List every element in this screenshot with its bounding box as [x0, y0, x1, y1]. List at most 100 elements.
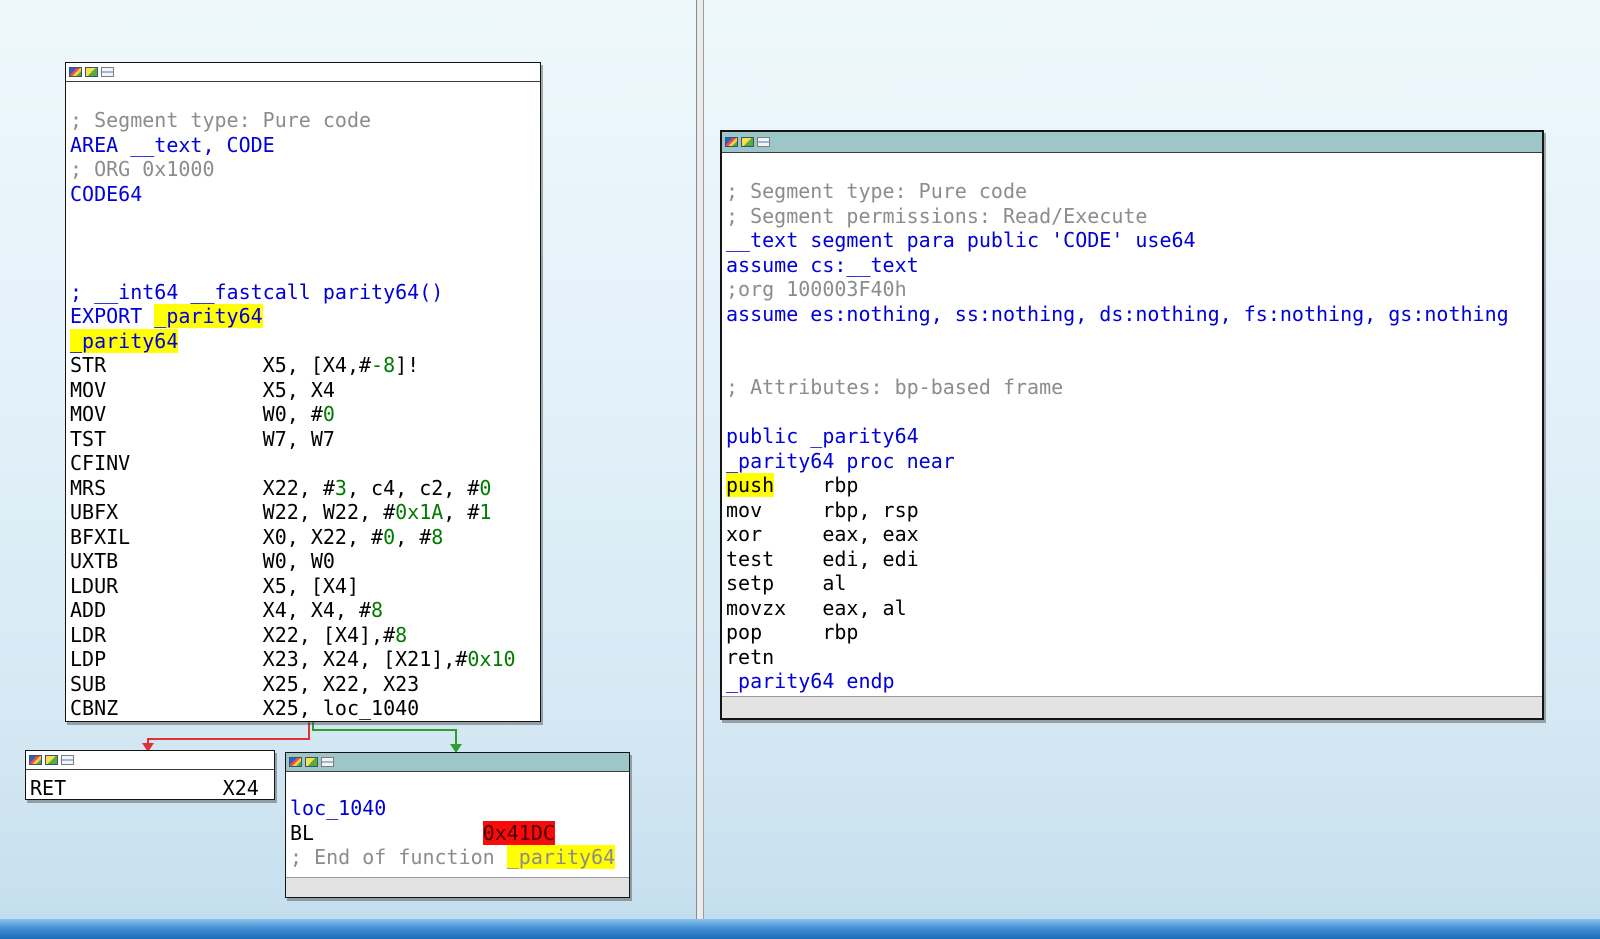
code-line[interactable]: CBNZ X25, loc_1040	[70, 696, 538, 721]
code-segment: mov rbp, rsp	[726, 498, 919, 522]
code-segment: ; End of function	[290, 845, 507, 869]
code-line[interactable]: ; End of function _parity64	[290, 845, 627, 870]
text-icon[interactable]	[61, 755, 74, 765]
edit-icon[interactable]	[741, 137, 754, 147]
code-segment: _parity64	[154, 304, 262, 328]
code-segment: LDUR X5, [X4]	[70, 574, 359, 598]
code-segment: MOV W0, #	[70, 402, 323, 426]
code-line[interactable]: assume es:nothing, ss:nothing, ds:nothin…	[726, 302, 1540, 327]
code-line[interactable]: _parity64 endp	[726, 669, 1540, 694]
pane-divider[interactable]	[696, 0, 704, 939]
code-line[interactable]: BFXIL X0, X22, #0, #8	[70, 525, 538, 550]
text-icon[interactable]	[101, 67, 114, 77]
code-line[interactable]	[70, 206, 538, 231]
code-segment: ADD X4, X4, #	[70, 598, 371, 622]
code-segment: __text segment para public 'CODE' use64	[726, 228, 1196, 252]
edit-icon[interactable]	[45, 755, 58, 765]
edit-icon[interactable]	[85, 67, 98, 77]
window-icon[interactable]	[289, 757, 302, 767]
code-line[interactable]: UXTB W0, W0	[70, 549, 538, 574]
code-segment: ; __int64 __fastcall parity64()	[70, 280, 443, 304]
code-line[interactable]: STR X5, [X4,#-8]!	[70, 353, 538, 378]
text-icon[interactable]	[321, 757, 334, 767]
ida-graph-view: ; Segment type: Pure codeAREA __text, CO…	[0, 0, 1600, 939]
code-line[interactable]: ; __int64 __fastcall parity64()	[70, 280, 538, 305]
code-segment: 3	[335, 476, 347, 500]
code-segment: ; ORG 0x1000	[70, 157, 215, 181]
code-line[interactable]	[70, 231, 538, 256]
code-block-arm-loc-1040: loc_1040BL 0x41DC; End of function _pari…	[286, 772, 629, 870]
code-line[interactable]: _parity64	[70, 329, 538, 354]
node-title-bar[interactable]	[722, 132, 1542, 153]
code-line[interactable]: public _parity64	[726, 424, 1540, 449]
code-line[interactable]: pop rbp	[726, 620, 1540, 645]
code-line[interactable]: ; Attributes: bp-based frame	[726, 375, 1540, 400]
code-line[interactable]: retn	[726, 645, 1540, 670]
code-line[interactable]: push rbp	[726, 473, 1540, 498]
code-line[interactable]: xor eax, eax	[726, 522, 1540, 547]
code-segment: , c4, c2, #	[347, 476, 479, 500]
code-line[interactable]: LDUR X5, [X4]	[70, 574, 538, 599]
node-arm-ret[interactable]: RET X24	[25, 750, 275, 800]
code-line[interactable]: test edi, edi	[726, 547, 1540, 572]
code-segment: MOV X5, X4	[70, 378, 335, 402]
code-segment: SUB X25, X22, X23	[70, 672, 419, 696]
code-line[interactable]: UBFX W22, W22, #0x1A, #1	[70, 500, 538, 525]
code-line[interactable]: BL 0x41DC	[290, 821, 627, 846]
code-segment: setp al	[726, 571, 846, 595]
code-line[interactable]: LDP X23, X24, [X21],#0x10	[70, 647, 538, 672]
node-arm-loc-1040[interactable]: loc_1040BL 0x41DC; End of function _pari…	[285, 752, 630, 898]
window-icon[interactable]	[725, 137, 738, 147]
code-line[interactable]: mov rbp, rsp	[726, 498, 1540, 523]
code-line[interactable]: RET X24	[30, 776, 272, 801]
text-icon[interactable]	[757, 137, 770, 147]
code-line[interactable]	[726, 400, 1540, 425]
code-segment: UBFX W22, W22, #	[70, 500, 395, 524]
code-segment: 0	[479, 476, 491, 500]
code-segment: 0x41DC	[483, 821, 555, 845]
code-line[interactable]: CODE64	[70, 182, 538, 207]
window-icon[interactable]	[69, 67, 82, 77]
code-segment: TST W7, W7	[70, 427, 335, 451]
code-line[interactable]: SUB X25, X22, X23	[70, 672, 538, 697]
code-line[interactable]: _parity64 proc near	[726, 449, 1540, 474]
code-line[interactable]: ; Segment permissions: Read/Execute	[726, 204, 1540, 229]
code-line[interactable]: MOV W0, #0	[70, 402, 538, 427]
code-line[interactable]: AREA __text, CODE	[70, 133, 538, 158]
code-segment: movzx eax, al	[726, 596, 907, 620]
code-segment: 8	[431, 525, 443, 549]
node-arm-main[interactable]: ; Segment type: Pure codeAREA __text, CO…	[65, 62, 541, 722]
code-line[interactable]: LDR X22, [X4],#8	[70, 623, 538, 648]
code-line[interactable]: setp al	[726, 571, 1540, 596]
code-segment: _parity64	[507, 845, 615, 869]
code-segment: , #	[443, 500, 479, 524]
code-line[interactable]: ; Segment type: Pure code	[726, 179, 1540, 204]
code-line[interactable]	[726, 351, 1540, 376]
code-line[interactable]	[70, 255, 538, 280]
code-line[interactable]: loc_1040	[290, 796, 627, 821]
code-line[interactable]: movzx eax, al	[726, 596, 1540, 621]
node-x86-main[interactable]: ; Segment type: Pure code; Segment permi…	[720, 130, 1544, 720]
code-segment: push	[726, 473, 774, 497]
code-line[interactable]: ADD X4, X4, #8	[70, 598, 538, 623]
node-title-bar[interactable]	[66, 63, 540, 82]
code-segment: public _parity64	[726, 424, 919, 448]
code-line[interactable]: assume cs:__text	[726, 253, 1540, 278]
code-line[interactable]: ;org 100003F40h	[726, 277, 1540, 302]
code-segment: ; Segment type: Pure code	[70, 108, 371, 132]
code-line[interactable]: ; ORG 0x1000	[70, 157, 538, 182]
code-line[interactable]: MOV X5, X4	[70, 378, 538, 403]
window-icon[interactable]	[29, 755, 42, 765]
code-line[interactable]: __text segment para public 'CODE' use64	[726, 228, 1540, 253]
code-segment: 0x10	[467, 647, 515, 671]
edit-icon[interactable]	[305, 757, 318, 767]
code-line[interactable]	[726, 326, 1540, 351]
code-line[interactable]: ; Segment type: Pure code	[70, 108, 538, 133]
code-line[interactable]: TST W7, W7	[70, 427, 538, 452]
node-title-bar[interactable]	[26, 751, 274, 770]
code-line[interactable]: EXPORT _parity64	[70, 304, 538, 329]
code-line[interactable]: CFINV	[70, 451, 538, 476]
node-title-bar[interactable]	[286, 753, 629, 772]
code-block-arm-main: ; Segment type: Pure codeAREA __text, CO…	[66, 82, 540, 721]
code-line[interactable]: MRS X22, #3, c4, c2, #0	[70, 476, 538, 501]
